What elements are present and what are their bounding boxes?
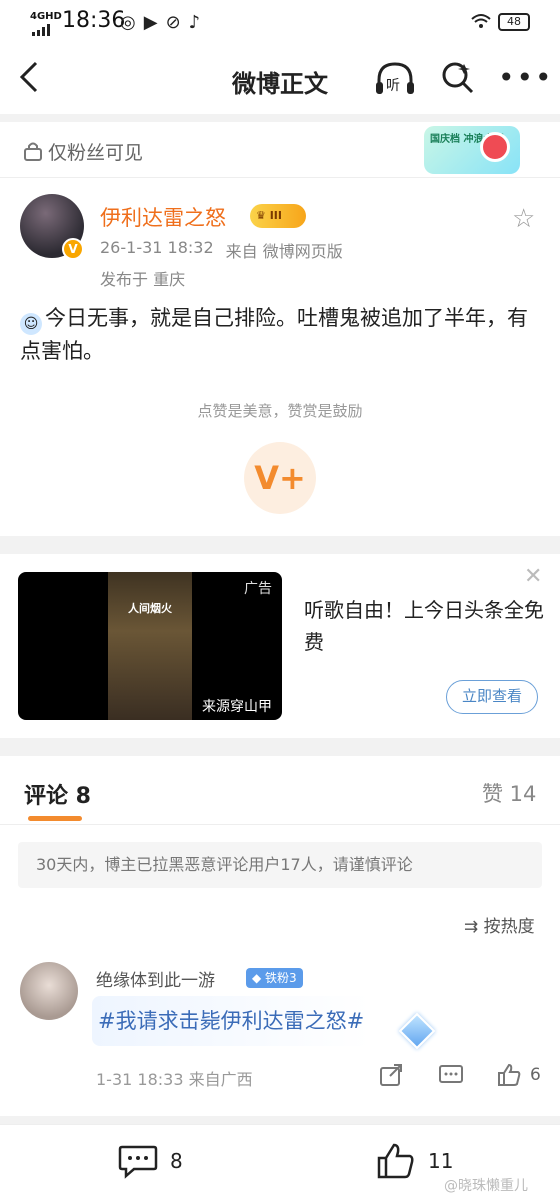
post-meta: 26-1-31 18:32 来自 微博网页版 (100, 238, 343, 262)
promo-badge[interactable]: 国庆档 冲浪大师 (424, 126, 520, 174)
emoji-icon: ☺ (20, 313, 42, 335)
author-name[interactable]: 伊利达雷之怒 (100, 202, 226, 232)
vip-level-badge[interactable]: ♛ III (250, 204, 306, 228)
top-nav: 微博正文 听 ••• (0, 44, 560, 114)
ad-card: 人间烟火 广告 来源穿山甲 听歌自由！上今日头条全免费 ✕ 立即查看 (0, 554, 560, 738)
video-app-icon: ▶ (143, 12, 158, 33)
watermark: @晓珠懒重儿 (444, 1178, 528, 1194)
commenter-name[interactable]: 绝缘体到此一游 (96, 966, 215, 991)
post-card: V 伊利达雷之怒 ♛ III ☆ 26-1-31 18:32 来自 微博网页版 … (0, 178, 560, 536)
ad-poster-title: 人间烟火 (128, 602, 172, 615)
visibility-label: 仅粉丝可见 (48, 142, 144, 164)
bottom-like-button[interactable]: 11 (376, 1141, 453, 1181)
comment-text[interactable]: #我请求击毙伊利达雷之怒# (92, 996, 371, 1046)
comment-like-count: 6 (530, 1065, 541, 1085)
reply-button[interactable] (438, 1062, 464, 1092)
more-options-button[interactable]: ••• (498, 64, 554, 92)
notification-icons: ◎ ▶ ⊘ ♪ (120, 12, 200, 33)
reply-icon (439, 1065, 463, 1083)
ad-poster-image (108, 572, 192, 720)
comment-like-button[interactable]: 6 (496, 1062, 541, 1088)
post-location: 发布于 重庆 (100, 270, 186, 289)
signal-icon (32, 24, 50, 36)
reward-hint: 点赞是美意，赞赏是鼓励 (197, 402, 363, 420)
thumbs-up-icon (377, 1143, 414, 1179)
tab-underline (28, 816, 82, 821)
tiktok-icon: ♪ (188, 12, 201, 33)
commenter-avatar[interactable] (20, 962, 78, 1020)
headphones-icon: 听 (376, 62, 414, 94)
post-content: ☺ 今日无事，就是自己排险。吐槽鬼被追加了半年，有点害怕。 (20, 302, 540, 368)
visibility-bar: 仅粉丝可见 国庆档 冲浪大师 (0, 122, 560, 178)
thumbs-up-icon (498, 1063, 521, 1086)
fan-badge-text: 铁粉3 (265, 971, 297, 985)
tab-comments[interactable]: 评论 8 (24, 778, 91, 810)
divider (0, 824, 560, 825)
status-bar: 4GHD 18:36 ◎ ▶ ⊘ ♪ 48 (0, 0, 560, 44)
comment-notice: 30天内，博主已拉黑恶意评论用户17人，请谨慎评论 (18, 842, 542, 888)
sort-button[interactable]: ⇉ 按热度 (464, 912, 535, 937)
sort-icon: ⇉ (464, 917, 479, 937)
bottom-like-count: 11 (428, 1149, 454, 1173)
wifi-icon (470, 12, 492, 35)
reward-button[interactable]: V+ (244, 442, 316, 514)
post-date: 26-1-31 18:32 (100, 238, 214, 257)
bottom-action-bar: 8 11 @晓珠懒重儿 (0, 1124, 560, 1200)
search-icon (442, 62, 474, 94)
sort-label: 按热度 (483, 917, 535, 937)
favorite-star-icon[interactable]: ☆ (512, 204, 535, 234)
lock-icon (24, 142, 42, 161)
bottom-comment-count: 8 (170, 1149, 183, 1173)
tab-likes[interactable]: 赞 14 (482, 778, 536, 808)
ad-tag: 广告 (244, 581, 272, 597)
ad-close-icon[interactable]: ✕ (524, 564, 542, 589)
ad-source: 来源穿山甲 (202, 699, 272, 715)
ad-cta-button[interactable]: 立即查看 (446, 680, 538, 714)
link-app-icon: ⊘ (165, 12, 181, 33)
mascot-icon (480, 132, 510, 162)
comment-meta: 1-31 18:33 来自广西 (96, 1070, 253, 1089)
battery-icon: 48 (498, 13, 530, 31)
vip-level-text: III (269, 209, 282, 222)
listen-label: 听 (386, 78, 400, 94)
verified-icon: V (62, 238, 84, 260)
search-button[interactable] (440, 60, 476, 96)
page-title: 微博正文 (232, 70, 328, 98)
comment-icon (118, 1145, 158, 1179)
ad-video-thumbnail[interactable]: 人间烟火 广告 来源穿山甲 (18, 572, 282, 720)
bottom-comment-button[interactable]: 8 (118, 1143, 183, 1179)
comments-section: 评论 8 赞 14 30天内，博主已拉黑恶意评论用户17人，请谨慎评论 ⇉ 按热… (0, 756, 560, 1116)
weibo-icon: ◎ (120, 12, 136, 33)
diamond-icon (398, 1012, 436, 1050)
listen-button[interactable]: 听 (374, 60, 416, 98)
share-button[interactable] (378, 1062, 404, 1092)
share-icon (380, 1064, 402, 1086)
fan-badge: ◆ 铁粉3 (246, 968, 303, 988)
ad-title[interactable]: 听歌自由！上今日头条全免费 (304, 594, 544, 658)
status-time: 18:36 (62, 8, 126, 33)
post-source: 来自 微博网页版 (225, 242, 343, 261)
network-indicator: 4GHD (30, 11, 62, 22)
post-text: 今日无事，就是自己排险。吐槽鬼被追加了半年，有点害怕。 (20, 306, 528, 363)
